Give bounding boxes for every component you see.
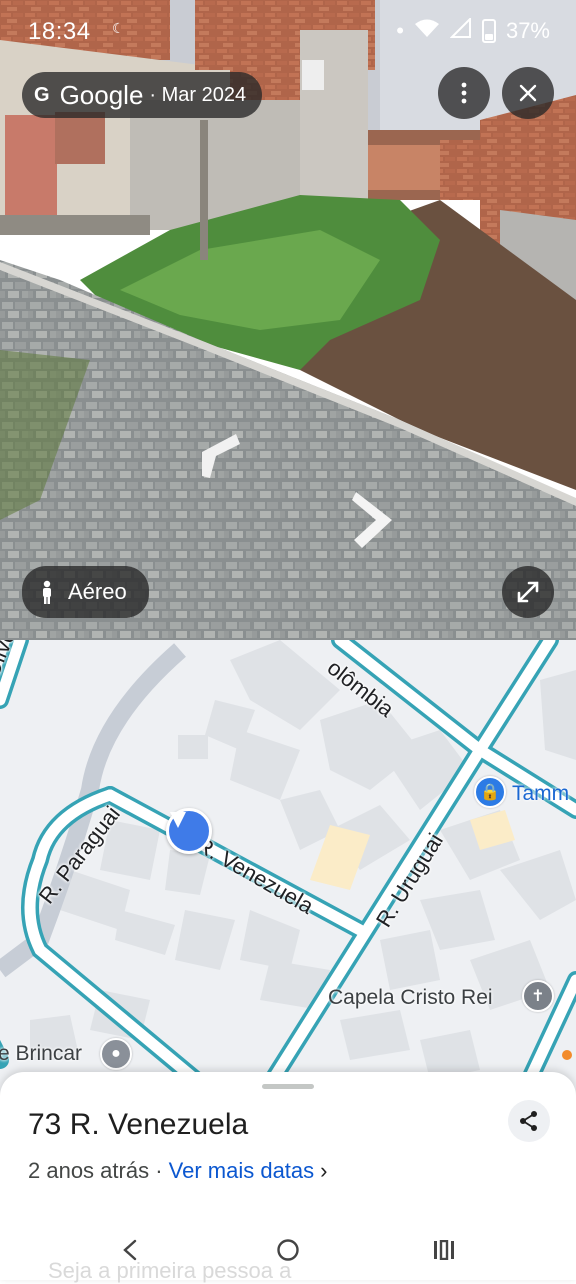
recents-button[interactable]: [414, 1230, 474, 1270]
expand-icon: [517, 581, 539, 603]
poi-circle-pin[interactable]: ●: [100, 1038, 132, 1070]
wifi-icon: [414, 18, 440, 44]
place-title: 73 R. Venezuela: [28, 1108, 249, 1141]
back-button[interactable]: [100, 1230, 160, 1270]
poi-orange-dot[interactable]: [562, 1050, 572, 1060]
status-bar: 18:34 ☾ • 37%: [0, 0, 576, 64]
current-location-marker[interactable]: [166, 808, 212, 854]
home-button[interactable]: [258, 1230, 318, 1270]
dot-icon: •: [396, 18, 404, 43]
aerial-label: Aéreo: [68, 579, 127, 604]
attribution-brand: Google: [59, 79, 144, 110]
recents-icon: [434, 1240, 454, 1260]
fullscreen-button[interactable]: [502, 566, 554, 618]
attribution-date: · Mar 2024: [149, 83, 247, 106]
dot-icon: ●: [111, 1045, 121, 1062]
close-icon: [519, 84, 537, 102]
map-view[interactable]: R. Olive olômbia R. Paraguai R. Venezuel…: [0, 640, 576, 1100]
share-button[interactable]: [508, 1100, 550, 1142]
nav-arrow-right[interactable]: [350, 488, 396, 550]
poi-lock-pin[interactable]: 🔒: [474, 776, 506, 808]
back-icon: [123, 1239, 137, 1261]
see-more-dates-link[interactable]: Ver mais datas: [169, 1158, 315, 1183]
google-g-icon: G: [34, 83, 50, 106]
poi-label-chapel[interactable]: Capela Cristo Rei: [328, 986, 493, 1010]
imagery-attribution[interactable]: G Google · Mar 2024: [22, 72, 263, 118]
sheet-drag-handle[interactable]: [262, 1084, 314, 1089]
lock-icon: 🔒: [480, 784, 500, 801]
aerial-button[interactable]: Aéreo: [22, 566, 149, 618]
close-button[interactable]: [502, 67, 554, 119]
navigation-arrow-icon: [170, 812, 186, 828]
more-vert-icon: [461, 82, 467, 104]
share-icon: [520, 1111, 537, 1131]
imagery-date-line: 2 anos atrás · Ver mais datas ›: [28, 1158, 327, 1184]
moon-icon: ☾: [112, 20, 125, 36]
cross-icon: ✝: [531, 988, 545, 1005]
chevron-right-icon[interactable]: ›: [320, 1158, 327, 1183]
person-icon: [43, 580, 51, 604]
poi-cross-pin[interactable]: ✝: [522, 980, 554, 1012]
battery-percent: 37%: [505, 18, 550, 43]
system-navigation-bar: [0, 1222, 576, 1280]
status-right-icons: • 37%: [396, 16, 550, 44]
poi-label-brincar[interactable]: e Brincar: [0, 1042, 82, 1066]
poi-label-tamm[interactable]: Tamm: [512, 782, 569, 806]
nav-arrow-left[interactable]: [198, 430, 244, 482]
status-time: 18:34: [28, 18, 91, 45]
signal-icon: [449, 16, 472, 44]
map-canvas[interactable]: [0, 640, 576, 1100]
home-icon: [277, 1239, 299, 1261]
battery-icon: [481, 19, 496, 43]
more-options-button[interactable]: [438, 67, 490, 119]
imagery-age: 2 anos atrás ·: [28, 1158, 169, 1183]
street-view-panorama[interactable]: 18:34 ☾ • 37% G Google · Mar 2024 Aéreo: [0, 0, 576, 640]
